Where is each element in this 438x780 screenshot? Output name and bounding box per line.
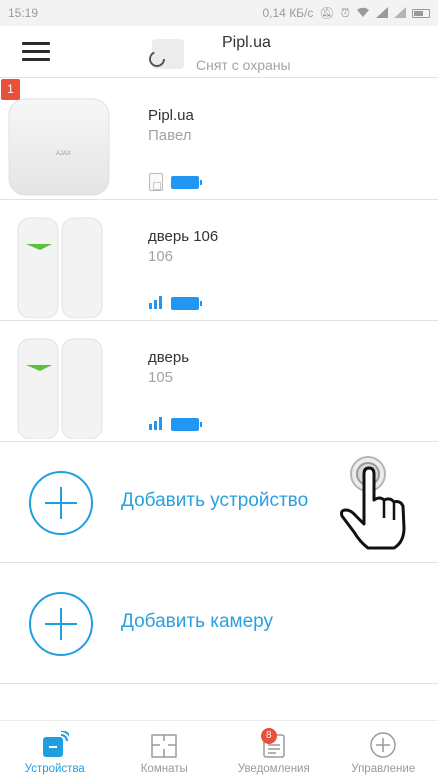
device-name: Pipl.ua [148,107,194,124]
status-time: 15:19 [8,6,39,20]
device-number: 106 [148,248,174,265]
device-row-door[interactable]: дверь 105 [0,321,438,442]
device-user: Павел [148,127,192,144]
cell-signal-icon [376,6,388,20]
door-sensor-image [17,217,103,318]
page-title: Pipl.ua [222,34,271,51]
nav-label-control: Управление [351,763,416,775]
cell-signal-2-icon [394,6,406,20]
nav-tab-devices[interactable]: Устройства [0,721,110,780]
add-camera-row[interactable]: Добавить камеру [0,563,438,684]
screen: 15:19 0,14 КБ/с 🔕︎ ⏰︎ Pipl.ua Снят с охр… [0,0,438,780]
alarm-icon: ⏰︎ [340,6,350,20]
security-status: Снят с охраны [196,57,291,73]
status-bar: 15:19 0,14 КБ/с 🔕︎ ⏰︎ [0,0,438,26]
rooms-icon [151,734,177,758]
status-icons: 0,14 КБ/с 🔕︎ ⏰︎ [262,6,430,20]
network-speed: 0,14 КБ/с [262,6,314,20]
add-camera-plus-icon[interactable] [29,592,93,656]
add-device-plus-icon[interactable] [29,471,93,535]
battery-icon [171,176,202,189]
menu-button[interactable] [22,42,50,62]
device-row-hub[interactable]: 1 AJAX Pipl.ua Павел [0,79,438,200]
device-row-door-106[interactable]: дверь 106 106 [0,200,438,321]
battery-icon [171,297,202,310]
add-device-label[interactable]: Добавить устройство [121,490,308,512]
battery-status-icon [412,8,430,18]
battery-icon [171,418,202,431]
wifi-icon [356,7,370,20]
device-name: дверь 106 [148,228,219,245]
bottom-navigation: Устройства Комнаты 8 Уведомления Управле… [0,720,438,780]
add-camera-label[interactable]: Добавить камеру [121,611,273,633]
notifications-badge: 8 [260,728,277,744]
nav-tab-control[interactable]: Управление [329,721,438,780]
device-number: 105 [148,369,174,386]
app-header: Pipl.ua Снят с охраны [0,26,438,78]
alert-badge: 1 [1,79,20,100]
nav-label-rooms: Комнаты [140,763,188,775]
signal-strength-icon [149,296,162,309]
sim-card-icon [149,173,163,191]
door-sensor-image [17,338,103,439]
devices-icon [42,731,69,757]
device-name: дверь [148,349,190,366]
mute-notification-icon: 🔕︎ [319,6,335,20]
tap-hand-cursor-icon [340,456,406,550]
nav-tab-rooms[interactable]: Комнаты [110,721,220,780]
hub-device-image: AJAX [8,98,110,196]
control-icon [370,732,396,758]
hub-thumbnail-icon[interactable] [148,37,186,71]
nav-tab-notifications[interactable]: 8 Уведомления [219,721,329,780]
nav-label-devices: Устройства [24,763,85,775]
nav-label-notifications: Уведомления [237,763,310,775]
hub-brand-logo: AJAX [56,151,71,157]
signal-strength-icon [149,417,162,430]
